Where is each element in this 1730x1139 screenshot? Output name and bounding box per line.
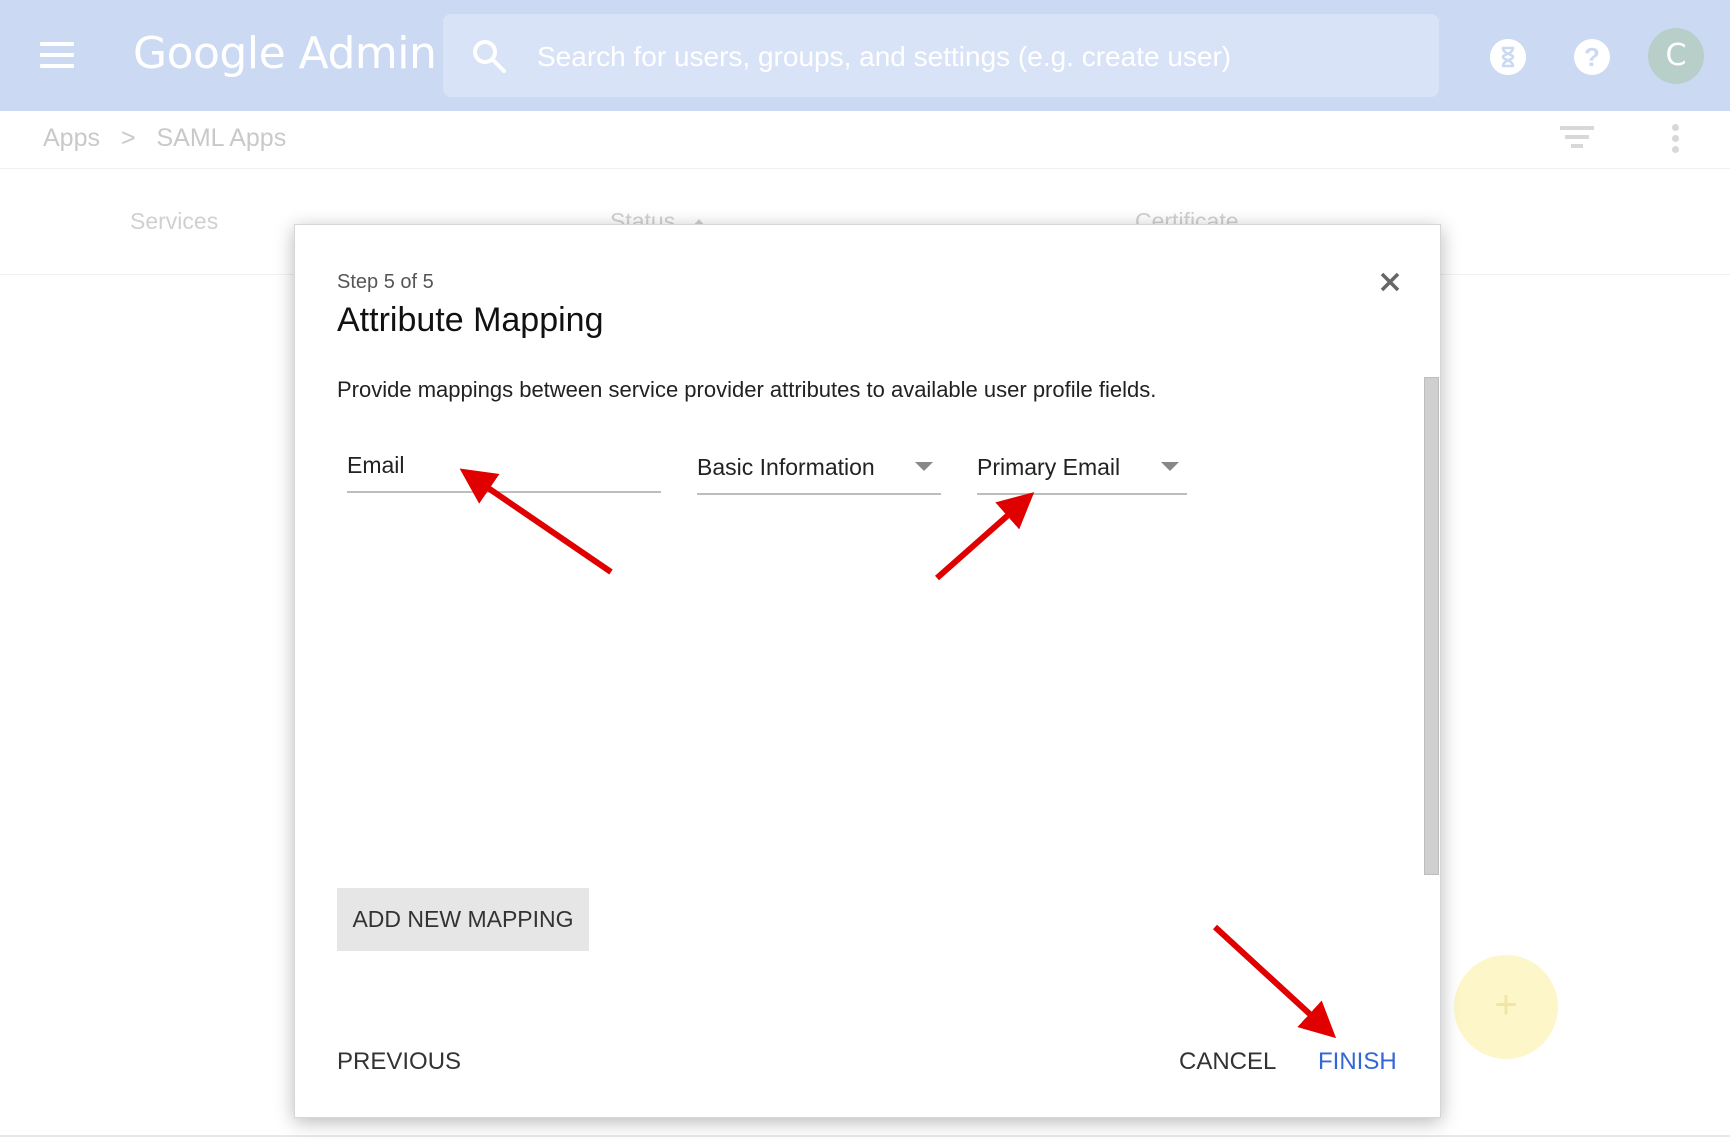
filter-icon[interactable] bbox=[1560, 126, 1594, 152]
menu-icon[interactable] bbox=[40, 42, 74, 68]
search-bar[interactable] bbox=[443, 14, 1439, 99]
attribute-name-value: Email bbox=[347, 452, 405, 478]
avatar[interactable]: C bbox=[1648, 28, 1704, 84]
step-indicator: Step 5 of 5 bbox=[337, 271, 434, 293]
add-icon: + bbox=[1494, 983, 1518, 1027]
add-new-mapping-button[interactable]: ADD NEW MAPPING bbox=[337, 888, 589, 951]
dropdown-caret-icon bbox=[1161, 462, 1179, 471]
search-input[interactable] bbox=[535, 14, 1419, 99]
chevron-right-icon: > bbox=[120, 124, 136, 152]
previous-button[interactable]: PREVIOUS bbox=[337, 1048, 461, 1076]
divider bbox=[0, 1135, 1730, 1137]
finish-button[interactable]: FINISH bbox=[1318, 1048, 1397, 1076]
top-app-bar: Google Admin ? C bbox=[0, 0, 1730, 111]
dropdown-caret-icon bbox=[915, 462, 933, 471]
add-app-fab[interactable]: + bbox=[1454, 955, 1558, 1059]
hourglass-icon[interactable] bbox=[1490, 39, 1526, 75]
app-logo[interactable]: Google Admin bbox=[133, 28, 437, 79]
breadcrumb: Apps > SAML Apps bbox=[43, 124, 300, 153]
breadcrumb-saml-apps: SAML Apps bbox=[156, 124, 287, 152]
help-icon[interactable]: ? bbox=[1574, 39, 1610, 75]
user-field-select[interactable]: Primary Email bbox=[977, 435, 1187, 495]
breadcrumb-apps[interactable]: Apps bbox=[43, 124, 100, 152]
dialog-scrollbar[interactable] bbox=[1424, 377, 1439, 875]
attribute-name-input[interactable]: Email bbox=[347, 435, 661, 493]
user-field-value: Primary Email bbox=[977, 454, 1121, 480]
close-icon[interactable] bbox=[1375, 267, 1405, 297]
attribute-mapping-dialog: Step 5 of 5 Attribute Mapping Provide ma… bbox=[294, 224, 1441, 1118]
more-vert-icon[interactable] bbox=[1672, 124, 1680, 156]
dialog-title: Attribute Mapping bbox=[337, 301, 604, 339]
divider bbox=[0, 168, 1730, 169]
category-select[interactable]: Basic Information bbox=[697, 435, 941, 495]
search-icon[interactable] bbox=[471, 38, 507, 74]
category-value: Basic Information bbox=[697, 454, 875, 480]
dialog-description: Provide mappings between service provide… bbox=[337, 377, 1157, 402]
cancel-button[interactable]: CANCEL bbox=[1179, 1048, 1276, 1076]
column-header-services[interactable]: Services bbox=[130, 208, 218, 235]
